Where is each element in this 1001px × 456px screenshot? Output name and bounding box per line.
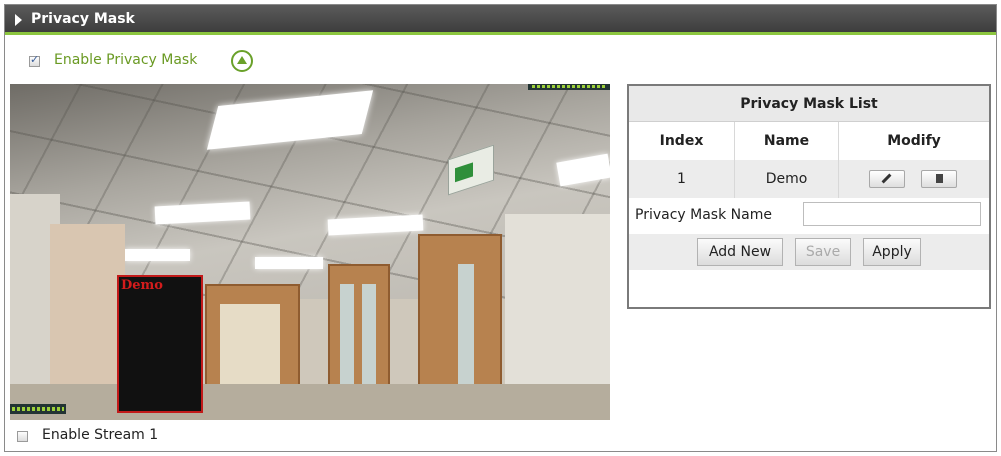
- osd-timestamp: [528, 84, 610, 90]
- trash-icon: [936, 174, 943, 183]
- enable-privacy-mask-checkbox[interactable]: [29, 53, 40, 67]
- osd-info: [10, 404, 66, 414]
- enable-stream-label: Enable Stream 1: [42, 427, 159, 443]
- pencil-icon: [881, 173, 892, 184]
- mask-name-input[interactable]: [803, 202, 981, 226]
- section-header: Privacy Mask: [5, 5, 996, 35]
- enable-stream-checkbox[interactable]: [17, 431, 28, 442]
- delete-mask-button[interactable]: [921, 170, 957, 188]
- save-button[interactable]: Save: [795, 238, 851, 266]
- row-index-cell: 1: [629, 160, 735, 198]
- column-header-modify: Modify: [887, 133, 941, 149]
- button-row: Add New Save Apply: [629, 234, 989, 270]
- column-header-name: Name: [735, 122, 839, 160]
- mask-list-title: Privacy Mask List: [629, 86, 989, 122]
- enable-privacy-mask-label: Enable Privacy Mask: [54, 52, 198, 68]
- ceiling-light: [255, 257, 323, 269]
- edit-mask-button[interactable]: [869, 170, 905, 188]
- apply-button[interactable]: Apply: [863, 238, 921, 266]
- floor: [10, 384, 610, 420]
- collapse-up-icon[interactable]: [231, 50, 253, 72]
- mask-name-label: Privacy Mask Name: [635, 207, 772, 223]
- row-name-cell[interactable]: Demo: [735, 160, 839, 198]
- camera-preview[interactable]: Demo: [10, 84, 610, 420]
- row-modify-cell: [839, 160, 989, 198]
- expand-triangle-icon[interactable]: [15, 14, 22, 26]
- add-new-button[interactable]: Add New: [697, 238, 783, 266]
- ceiling-light: [125, 249, 190, 261]
- privacy-mask-region[interactable]: Demo: [117, 275, 203, 413]
- section-title: Privacy Mask: [31, 11, 135, 27]
- mask-region-label: Demo: [121, 278, 163, 293]
- column-header-index: Index: [629, 122, 735, 160]
- privacy-mask-list-panel: Privacy Mask List Index Name Modify 1 De…: [627, 84, 991, 309]
